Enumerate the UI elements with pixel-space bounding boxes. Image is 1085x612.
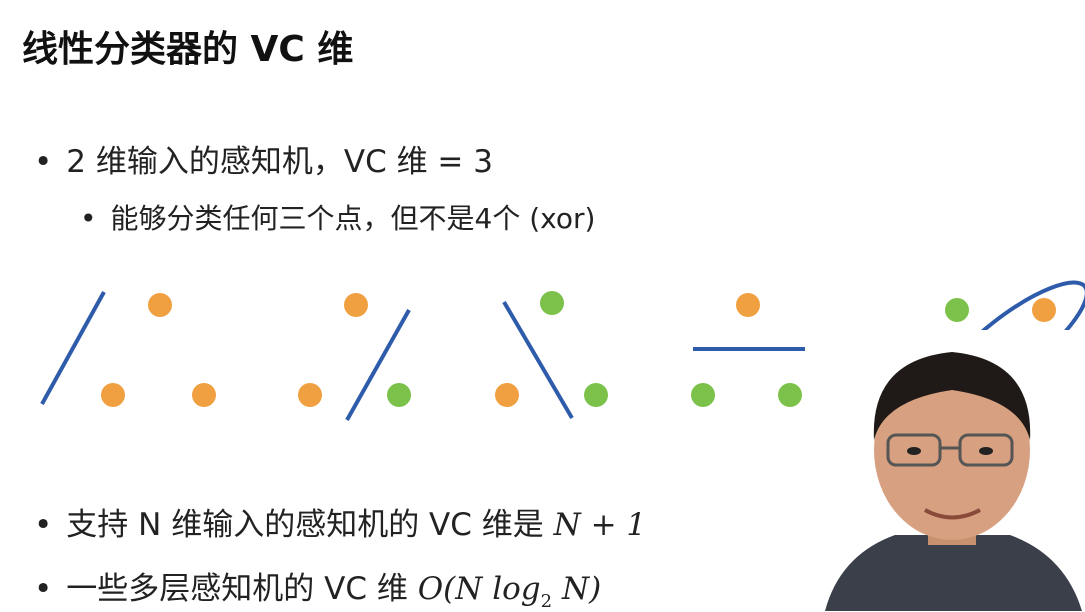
point-orange	[298, 383, 322, 407]
bullet-dot: •	[34, 571, 53, 607]
point-green	[584, 383, 608, 407]
point-green	[778, 383, 802, 407]
bullet-2: • 能够分类任何三个点，但不是4个 (xor)	[80, 197, 595, 237]
bullet-3-text: 支持 N 维输入的感知机的 VC 维是	[66, 507, 554, 543]
point-green	[945, 298, 969, 322]
bullet-3-math: N + 1	[553, 507, 647, 543]
point-orange	[495, 383, 519, 407]
presenter-video-icon	[820, 330, 1085, 611]
point-green	[540, 291, 564, 315]
point-green	[691, 383, 715, 407]
bullet-dot: •	[34, 144, 53, 180]
point-orange	[101, 383, 125, 407]
separator-line	[40, 291, 106, 405]
point-orange	[1032, 298, 1056, 322]
bullet-3: • 支持 N 维输入的感知机的 VC 维是 N + 1	[34, 499, 646, 544]
page-title: 线性分类器的 VC 维	[22, 29, 354, 70]
bullet-4-math-b: N)	[552, 571, 602, 607]
point-orange	[192, 383, 216, 407]
bullet-4-math-a: O(N log	[417, 571, 541, 607]
bullet-4-subscript: 2	[540, 591, 553, 612]
xor-diagrams	[40, 291, 805, 421]
point-green	[387, 383, 411, 407]
bullet-1: • 2 维输入的感知机，VC 维 = 3	[34, 136, 493, 181]
point-orange	[736, 293, 760, 317]
bullet-2-text: 能够分类任何三个点，但不是4个 (xor)	[110, 202, 596, 235]
bullet-dot: •	[80, 202, 97, 235]
point-orange	[344, 293, 368, 317]
bullet-4: • 一些多层感知机的 VC 维 O(N log2 N)	[34, 563, 601, 612]
bullet-1-text: 2 维输入的感知机，VC 维 = 3	[66, 144, 493, 180]
bullet-dot: •	[34, 507, 53, 543]
bullet-4-text: 一些多层感知机的 VC 维	[66, 571, 418, 607]
point-orange	[148, 293, 172, 317]
